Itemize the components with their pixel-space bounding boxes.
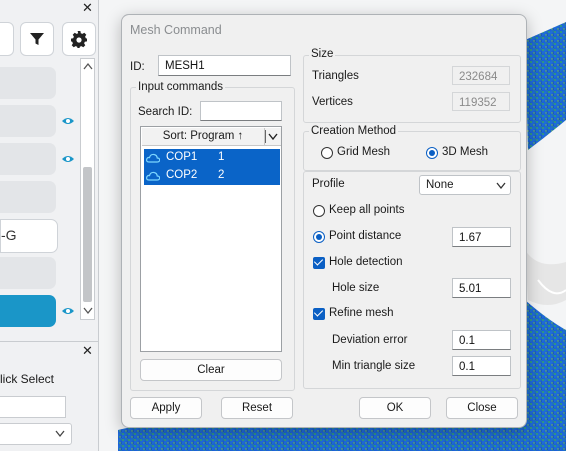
cloud-icon bbox=[146, 153, 160, 163]
input-commands-label: Input commands bbox=[136, 81, 226, 93]
creation-method-label: Creation Method bbox=[309, 125, 399, 137]
vertices-label: Vertices bbox=[312, 96, 353, 108]
point-distance-radio[interactable] bbox=[313, 231, 325, 243]
hole-detection-checkbox[interactable] bbox=[313, 257, 325, 269]
toolbar-button-partial[interactable] bbox=[0, 22, 14, 56]
size-label: Size bbox=[309, 48, 336, 60]
list-item[interactable] bbox=[0, 181, 56, 213]
refine-mesh-label[interactable]: Refine mesh bbox=[329, 307, 394, 319]
cloud-icon bbox=[146, 171, 160, 181]
3d-mesh-label[interactable]: 3D Mesh bbox=[442, 146, 488, 158]
scroll-down-icon[interactable] bbox=[83, 307, 93, 315]
hole-detection-label[interactable]: Hole detection bbox=[329, 256, 403, 268]
profile-dropdown[interactable]: None bbox=[419, 175, 511, 195]
hole-size-label: Hole size bbox=[332, 282, 380, 294]
command-name: COP1 bbox=[166, 151, 198, 163]
deviation-error-input[interactable]: 0.1 bbox=[452, 330, 511, 350]
panel-close-icon[interactable]: ✕ bbox=[82, 344, 93, 357]
eye-icon[interactable] bbox=[61, 154, 75, 164]
triangles-label: Triangles bbox=[312, 70, 359, 82]
list-scrollbar[interactable] bbox=[80, 58, 95, 320]
sort-column-header[interactable]: Sort: Program ↑ bbox=[142, 128, 265, 146]
divider bbox=[0, 341, 98, 342]
click-select-label: lick Select bbox=[0, 372, 55, 386]
list-item[interactable] bbox=[0, 105, 56, 137]
partial-dropdown[interactable] bbox=[0, 423, 72, 445]
close-button[interactable]: Close bbox=[446, 397, 518, 419]
creation-method-group bbox=[303, 131, 521, 171]
keep-all-points-label[interactable]: Keep all points bbox=[329, 204, 404, 216]
list-item-cop1[interactable]: COP1 1 bbox=[144, 149, 280, 167]
id-label: ID: bbox=[130, 61, 145, 73]
hole-size-input[interactable]: 5.01 bbox=[452, 278, 511, 298]
list-item[interactable] bbox=[0, 143, 56, 175]
refine-mesh-checkbox[interactable] bbox=[313, 308, 325, 320]
command-program: 1 bbox=[218, 151, 225, 163]
chevron-down-icon bbox=[55, 430, 65, 438]
left-panel: ✕ -G ✕ lick Select bbox=[0, 0, 99, 451]
filter-button[interactable] bbox=[20, 22, 54, 56]
list-item[interactable]: -G bbox=[0, 219, 58, 253]
vertices-value: 119352 bbox=[452, 92, 510, 111]
keep-all-points-radio[interactable] bbox=[313, 205, 325, 217]
panel-close-icon[interactable]: ✕ bbox=[82, 1, 93, 14]
list-item[interactable] bbox=[0, 257, 56, 289]
apply-button[interactable]: Apply bbox=[130, 397, 202, 419]
profile-value: None bbox=[426, 179, 454, 191]
dialog-title: Mesh Command bbox=[130, 23, 222, 37]
eye-icon[interactable] bbox=[61, 306, 75, 316]
mesh-command-dialog: Mesh Command ID: MESH1 Input commands Se… bbox=[121, 14, 527, 428]
scroll-up-icon[interactable] bbox=[83, 62, 93, 70]
sort-dropdown-button[interactable] bbox=[265, 128, 281, 146]
triangles-value: 232684 bbox=[452, 66, 510, 85]
deviation-error-label: Deviation error bbox=[332, 334, 408, 346]
min-triangle-size-label: Min triangle size bbox=[332, 360, 416, 372]
min-triangle-size-input[interactable]: 0.1 bbox=[452, 356, 511, 376]
search-id-input[interactable] bbox=[200, 101, 282, 121]
3d-mesh-radio[interactable] bbox=[426, 147, 438, 159]
list-item[interactable] bbox=[0, 67, 56, 99]
grid-mesh-label[interactable]: Grid Mesh bbox=[337, 146, 390, 158]
id-input[interactable]: MESH1 bbox=[158, 55, 291, 76]
list-item-cop2[interactable]: COP2 2 bbox=[144, 167, 280, 185]
clear-button[interactable]: Clear bbox=[140, 359, 282, 381]
point-distance-input[interactable]: 1.67 bbox=[452, 227, 511, 247]
filter-icon bbox=[30, 33, 44, 45]
partial-input[interactable] bbox=[0, 396, 66, 418]
chevron-down-icon bbox=[496, 182, 506, 189]
ok-button[interactable]: OK bbox=[359, 397, 431, 419]
list-item-text: -G bbox=[1, 227, 17, 243]
reset-button[interactable]: Reset bbox=[221, 397, 293, 419]
search-id-label: Search ID: bbox=[138, 106, 193, 118]
gear-icon bbox=[71, 31, 87, 48]
chevron-down-icon bbox=[268, 133, 278, 140]
eye-icon[interactable] bbox=[61, 116, 75, 126]
settings-button[interactable] bbox=[62, 22, 96, 56]
profile-label: Profile bbox=[312, 178, 345, 190]
scrollbar-thumb[interactable] bbox=[83, 167, 92, 302]
grid-mesh-radio[interactable] bbox=[321, 147, 333, 159]
command-program: 2 bbox=[218, 169, 225, 181]
command-name: COP2 bbox=[166, 169, 198, 181]
list-item-selected[interactable] bbox=[0, 295, 56, 327]
point-distance-label[interactable]: Point distance bbox=[329, 230, 401, 242]
input-commands-list[interactable]: Sort: Program ↑ COP1 1 COP2 2 bbox=[140, 126, 282, 352]
